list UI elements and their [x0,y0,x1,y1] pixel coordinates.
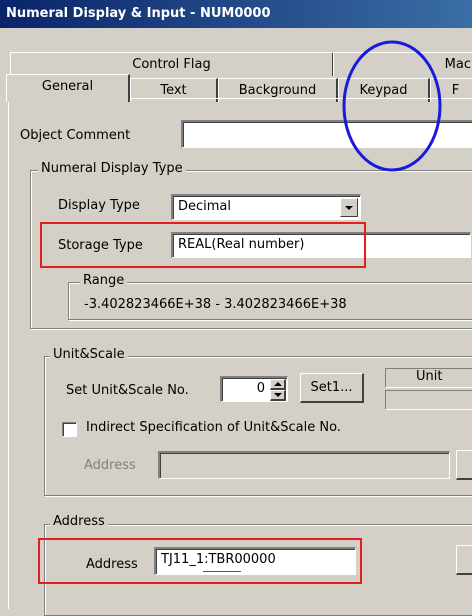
tab-label: Control Flag [132,57,211,72]
unit-scale-address-label: Address [84,458,136,473]
address-legend: Address [50,514,108,529]
indirect-spec-checkbox[interactable] [62,422,77,437]
unit-scale-address-input [158,451,450,479]
set-unit-scale-label: Set Unit&Scale No. [66,383,189,398]
unit-header: Unit [385,368,472,388]
spin-up-icon[interactable] [270,379,286,390]
title-bar: Numeral Display & Input - NUM0000 [0,0,472,28]
storage-type-highlight [40,222,366,268]
tab-label: Background [238,83,317,98]
spin-buttons[interactable] [270,379,286,401]
display-type-label: Display Type [58,198,140,213]
tab-label: Mac [444,57,471,72]
tab-general[interactable]: General [6,74,130,102]
address-browse-button[interactable] [456,545,472,575]
display-type-select[interactable]: Decimal [171,194,361,220]
unit-scale-no-value: 0 [256,381,265,396]
range-value: -3.402823466E+38 - 3.402823466E+38 [84,297,347,312]
object-comment-label: Object Comment [20,128,131,143]
spin-down-icon[interactable] [270,390,286,401]
display-type-value: Decimal [178,199,232,214]
numeral-display-type-legend: Numeral Display Type [38,161,186,176]
tab-label: Text [160,83,187,98]
indirect-spec-label: Indirect Specification of Unit&Scale No. [86,420,341,435]
unit-scale-address-browse-button [456,450,472,480]
tab-label: F [451,83,460,98]
address-highlight [38,538,362,584]
tab-label: General [41,79,94,94]
unit-scale-legend: Unit&Scale [50,347,128,362]
unit-value-field [385,390,472,410]
set-unit-scale-button[interactable]: Set1... [300,373,364,403]
range-legend: Range [80,273,128,288]
chevron-down-icon[interactable] [340,198,358,217]
window-title: Numeral Display & Input - NUM0000 [6,6,271,21]
tab-control-flag[interactable]: Control Flag [10,52,334,76]
circle-annotation [342,40,442,172]
unit-scale-no-stepper[interactable]: 0 [220,376,288,402]
